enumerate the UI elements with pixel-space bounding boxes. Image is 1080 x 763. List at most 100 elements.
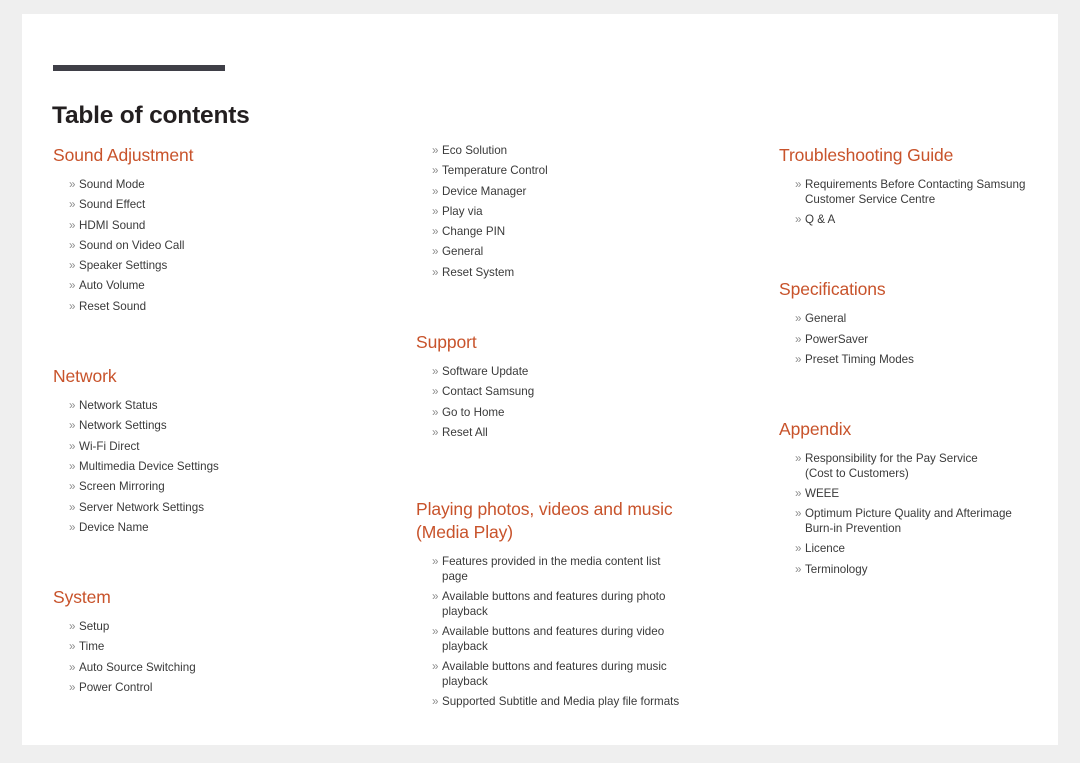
chevron-double-right-icon: » [432, 695, 439, 709]
toc-entry-label: Available buttons and features during vi… [442, 625, 716, 654]
toc-entry[interactable]: » Preset Timing Modes [779, 353, 1049, 368]
contents-section: System» Setup» Time» Auto Source Switching»… [53, 586, 383, 696]
chevron-double-right-icon: » [432, 590, 439, 604]
toc-entry[interactable]: » HDMI Sound [53, 219, 383, 234]
toc-entry-line: Sound on Video Call [79, 238, 185, 252]
toc-entry[interactable]: » Available buttons and features during p… [416, 590, 716, 619]
toc-entry-line: playback [442, 604, 488, 618]
toc-entry-line: (Cost to Customers) [805, 466, 909, 480]
chevron-double-right-icon: » [795, 507, 802, 521]
toc-entry[interactable]: » Sound on Video Call [53, 239, 383, 254]
toc-entry[interactable]: » General [416, 245, 716, 260]
toc-entry[interactable]: » Eco Solution [416, 144, 716, 159]
chevron-double-right-icon: » [432, 385, 439, 399]
toc-entry[interactable]: » Supported Subtitle and Media play file … [416, 695, 716, 710]
chevron-double-right-icon: » [69, 279, 76, 293]
toc-entry[interactable]: » Wi-Fi Direct [53, 440, 383, 455]
toc-entry[interactable]: » Software Update [416, 365, 716, 380]
contents-column-1: Sound Adjustment» Sound Mode» Sound Effect… [53, 144, 383, 701]
toc-entry-line: Terminology [805, 562, 868, 576]
chevron-double-right-icon: » [432, 164, 439, 178]
toc-entry[interactable]: » Change PIN [416, 225, 716, 240]
toc-entry[interactable]: » Q & A [779, 213, 1049, 228]
toc-entry[interactable]: » WEEE [779, 487, 1049, 502]
toc-entry-label: Multimedia Device Settings [79, 460, 383, 475]
title-rule [53, 65, 225, 71]
toc-entry[interactable]: » Available buttons and features during v… [416, 625, 716, 654]
toc-entry[interactable]: » Time [53, 640, 383, 655]
toc-entry[interactable]: » Reset System [416, 266, 716, 281]
toc-entry-label: Auto Volume [79, 279, 383, 294]
toc-entry[interactable]: » Sound Mode [53, 178, 383, 193]
contents-section: » Eco Solution» Temperature Control» Device… [416, 144, 716, 280]
toc-entry-line: Preset Timing Modes [805, 352, 914, 366]
toc-entry-line: Auto Volume [79, 279, 145, 293]
toc-entry[interactable]: » Available buttons and features during m… [416, 660, 716, 689]
toc-entry[interactable]: » Go to Home [416, 406, 716, 421]
toc-entry[interactable]: » Terminology [779, 563, 1049, 578]
section-heading: Troubleshooting Guide [779, 145, 954, 165]
toc-entry[interactable]: » Features provided in the media content … [416, 555, 716, 584]
chevron-double-right-icon: » [69, 681, 76, 695]
toc-entry-label: Optimum Picture Quality and Afterimage Bu… [805, 507, 1049, 536]
toc-entry-line: Reset All [442, 425, 488, 439]
toc-entry[interactable]: » Responsibility for the Pay Service (Cost… [779, 452, 1049, 481]
toc-entry-label: General [442, 245, 716, 260]
toc-entry[interactable]: » PowerSaver [779, 333, 1049, 348]
contents-section: Sound Adjustment» Sound Mode» Sound Effect… [53, 144, 383, 314]
toc-entry[interactable]: » Network Settings [53, 419, 383, 434]
chevron-double-right-icon: » [432, 184, 439, 198]
chevron-double-right-icon: » [432, 660, 439, 674]
toc-entry-label: Network Settings [79, 419, 383, 434]
contents-section: Specifications» General» PowerSaver» Preset… [779, 278, 1049, 367]
chevron-double-right-icon: » [795, 487, 802, 501]
toc-entry[interactable]: » Requirements Before Contacting Samsung C… [779, 178, 1049, 207]
toc-entry-line: Speaker Settings [79, 259, 168, 273]
toc-entry[interactable]: » Power Control [53, 681, 383, 696]
toc-entry[interactable]: » Auto Source Switching [53, 661, 383, 676]
toc-entry[interactable]: » Device Name [53, 521, 383, 536]
chevron-double-right-icon: » [432, 245, 439, 259]
toc-entry-line: Change PIN [442, 225, 506, 239]
chevron-double-right-icon: » [69, 459, 76, 473]
toc-entry[interactable]: » Multimedia Device Settings [53, 460, 383, 475]
toc-entry[interactable]: » Screen Mirroring [53, 480, 383, 495]
chevron-double-right-icon: » [69, 480, 76, 494]
toc-entry[interactable]: » Auto Volume [53, 279, 383, 294]
toc-entry[interactable]: » Temperature Control [416, 164, 716, 179]
toc-entry-label: Device Manager [442, 185, 716, 200]
toc-entry-line: Reset System [442, 265, 515, 279]
toc-entry-line: Device Name [79, 520, 149, 534]
toc-entry-line: Setup [79, 620, 110, 634]
toc-entry-label: Preset Timing Modes [805, 353, 1049, 368]
toc-entry[interactable]: » Device Manager [416, 185, 716, 200]
toc-entry[interactable]: » Licence [779, 542, 1049, 557]
toc-entry-label: Q & A [805, 213, 1049, 228]
chevron-double-right-icon: » [69, 640, 76, 654]
toc-entry[interactable]: » Contact Samsung [416, 385, 716, 400]
chevron-double-right-icon: » [432, 625, 439, 639]
toc-entry[interactable]: » Reset All [416, 426, 716, 441]
toc-entry[interactable]: » Play via [416, 205, 716, 220]
section-heading: Network [53, 366, 117, 387]
toc-entry-line: Optimum Picture Quality and Afterimage [805, 507, 1012, 521]
toc-entry-line: Reset Sound [79, 299, 147, 313]
chevron-double-right-icon: » [795, 542, 802, 556]
toc-entry[interactable]: » Reset Sound [53, 300, 383, 315]
toc-entry-line: Auto Source Switching [79, 660, 196, 674]
toc-entry[interactable]: » Setup [53, 620, 383, 635]
toc-entry[interactable]: » Optimum Picture Quality and Afterimage B… [779, 507, 1049, 536]
toc-entry[interactable]: » General [779, 312, 1049, 327]
toc-entry[interactable]: » Network Status [53, 399, 383, 414]
toc-entry[interactable]: » Server Network Settings [53, 501, 383, 516]
chevron-double-right-icon: » [69, 660, 76, 674]
section-item-list: » Sound Mode» Sound Effect» HDMI Sound» Soun… [53, 178, 383, 314]
toc-entry[interactable]: » Speaker Settings [53, 259, 383, 274]
chevron-double-right-icon: » [69, 198, 76, 212]
toc-entry-label: Software Update [442, 365, 716, 380]
toc-entry[interactable]: » Sound Effect [53, 198, 383, 213]
toc-entry-label: Available buttons and features during mu… [442, 660, 716, 689]
